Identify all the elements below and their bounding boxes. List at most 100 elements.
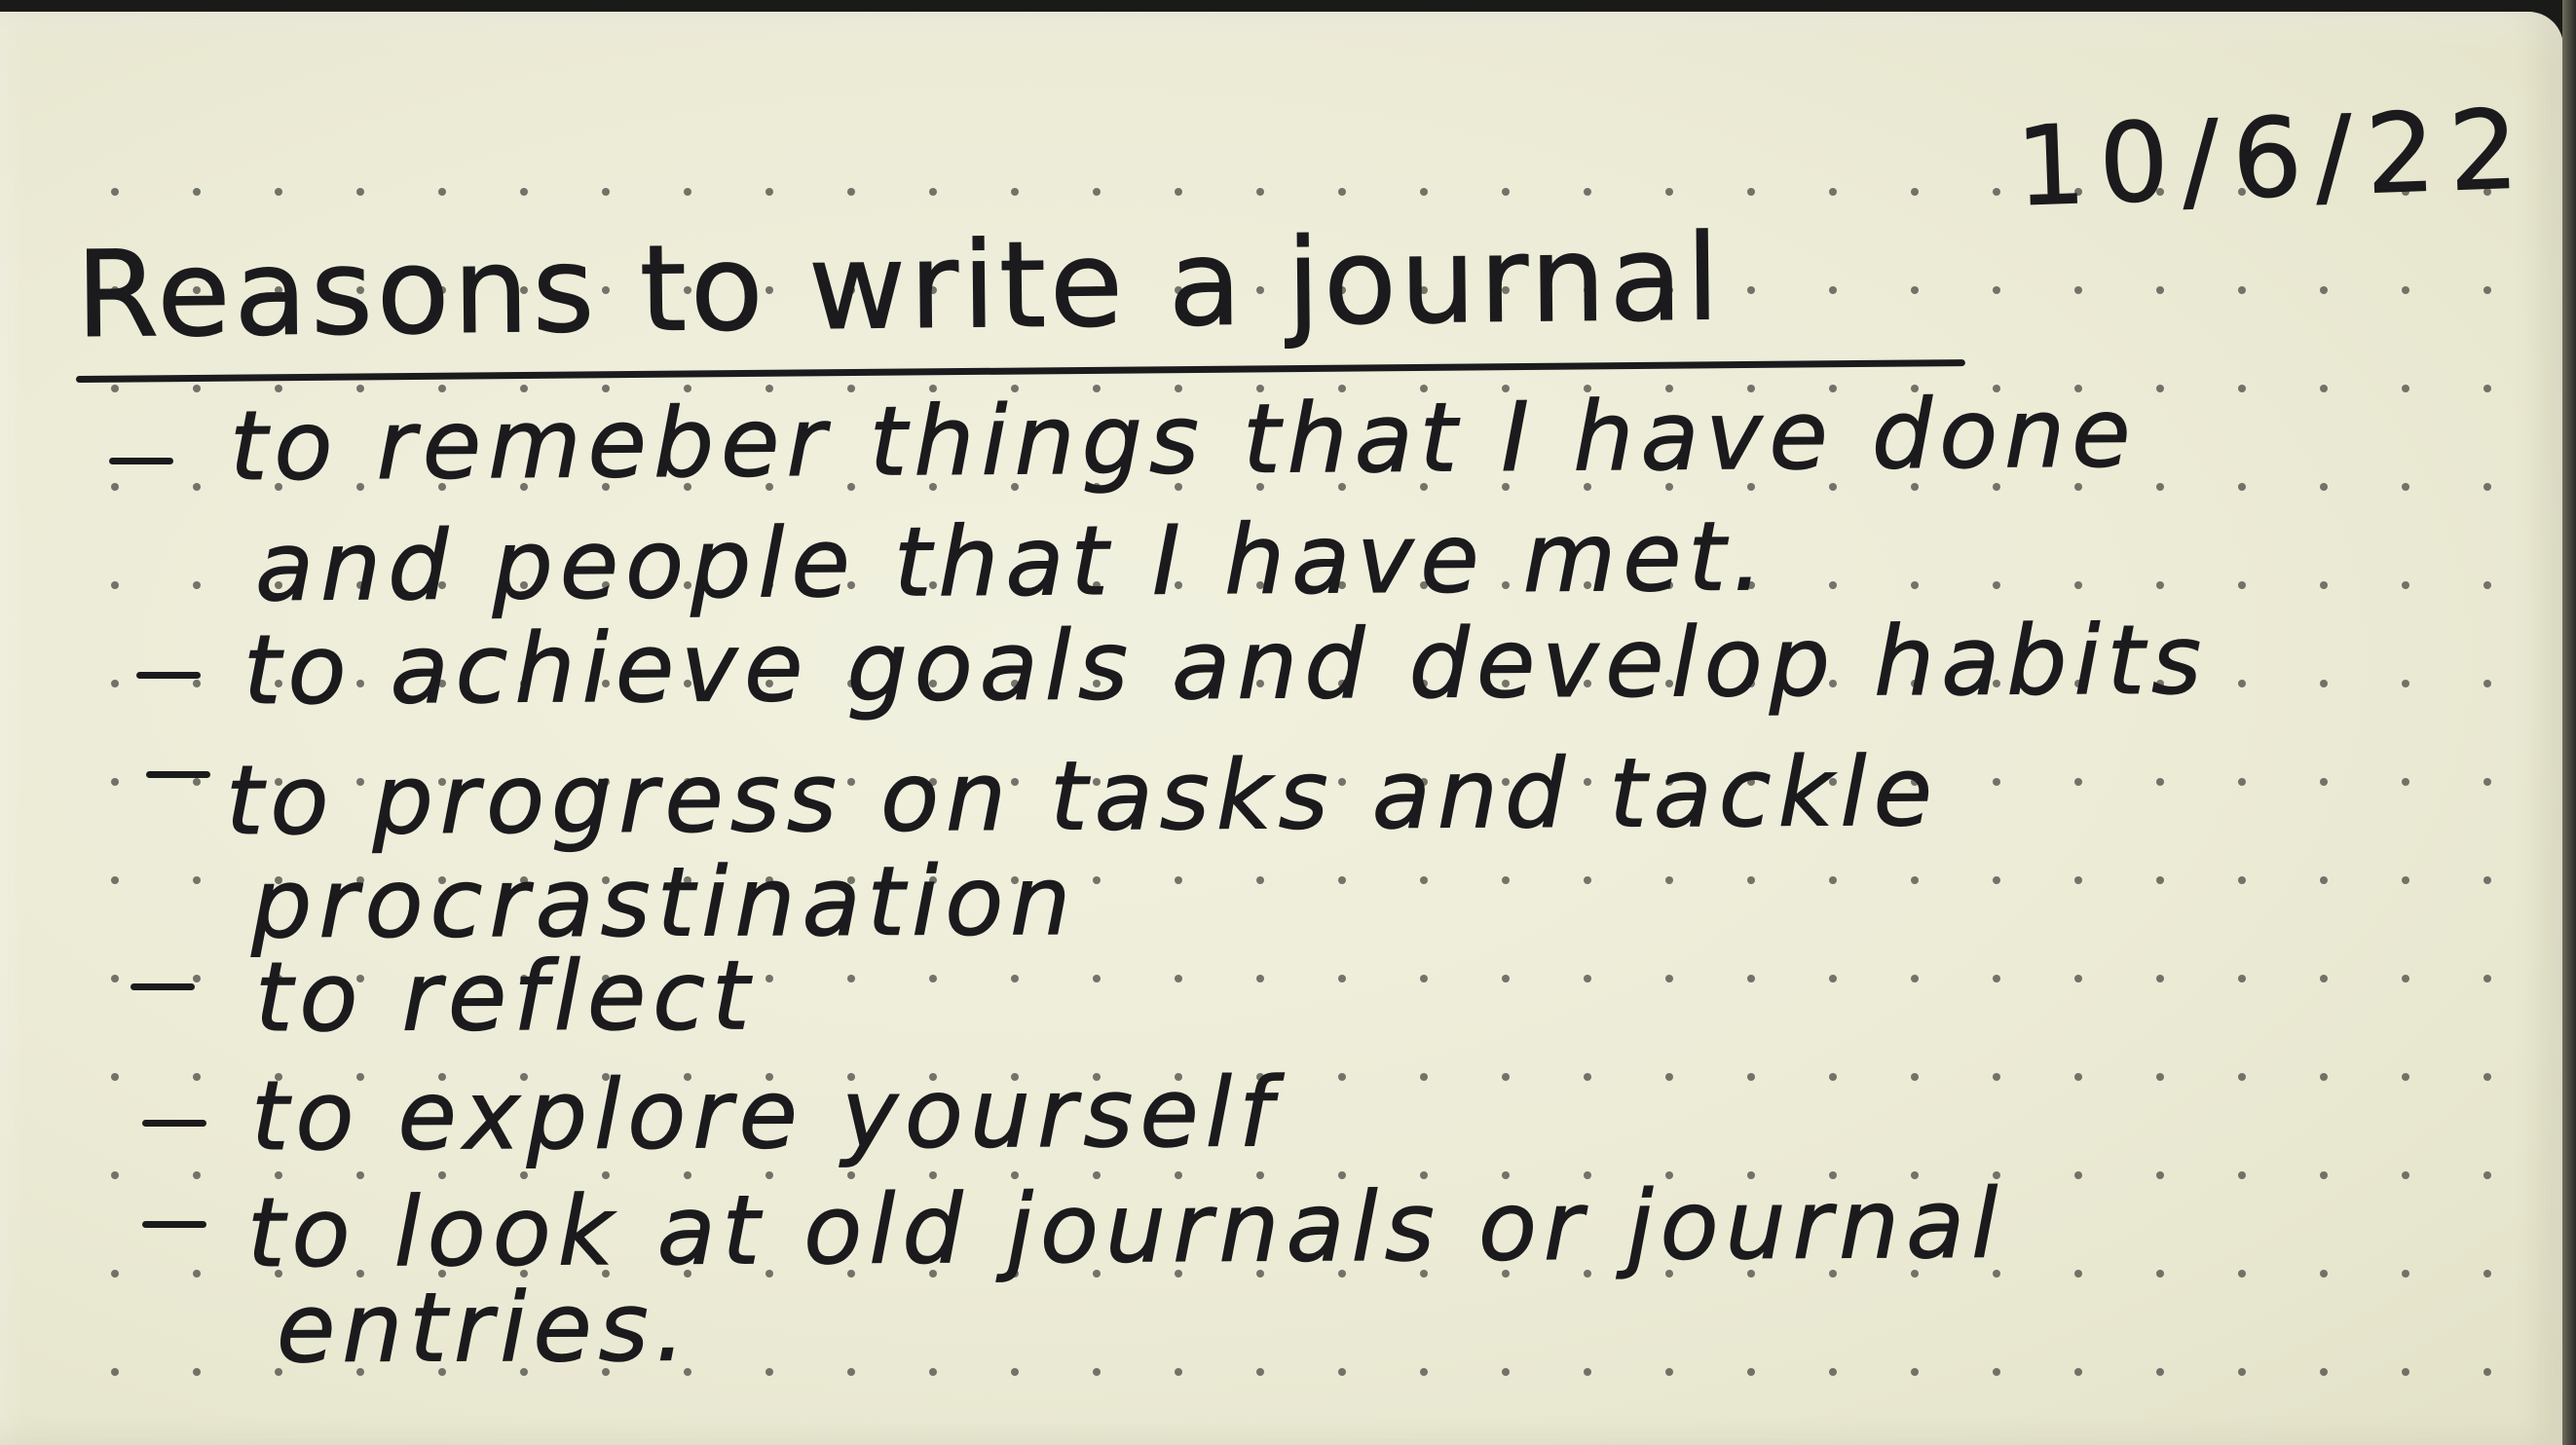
grid-dot: [1747, 188, 1755, 196]
grid-dot: [2320, 1073, 2328, 1081]
grid-dot: [1093, 975, 1101, 982]
bullet-dash: [109, 458, 173, 464]
grid-dot: [1502, 1368, 1510, 1376]
grid-dot: [2238, 778, 2246, 786]
grid-dot: [1747, 1073, 1755, 1081]
grid-dot: [2156, 975, 2164, 982]
grid-dot: [2074, 1368, 2082, 1376]
grid-dot: [193, 581, 201, 589]
grid-dot: [1911, 975, 1919, 982]
grid-dot: [1911, 286, 1919, 294]
grid-dot: [2074, 1073, 2082, 1081]
grid-dot: [2483, 581, 2491, 589]
grid-dot: [193, 1171, 201, 1179]
grid-dot: [765, 1368, 773, 1376]
grid-dot: [2483, 286, 2491, 294]
grid-dot: [111, 975, 119, 982]
grid-dot: [2074, 1270, 2082, 1278]
grid-dot: [929, 975, 937, 982]
bullet-dash: [136, 672, 201, 679]
grid-dot: [2483, 1368, 2491, 1376]
grid-dot: [2320, 286, 2328, 294]
grid-dot: [1256, 1368, 1264, 1376]
grid-dot: [2156, 581, 2164, 589]
grid-dot: [1747, 876, 1755, 884]
list-item-line: to look at old journals or journal: [246, 1168, 2005, 1290]
grid-dot: [929, 188, 937, 196]
grid-dot: [1993, 581, 2000, 589]
list-item-line: to progress on tasks and tackle: [225, 736, 1940, 857]
grid-dot: [1829, 188, 1837, 196]
grid-dot: [1665, 876, 1673, 884]
grid-dot: [2156, 1270, 2164, 1278]
grid-dot: [1011, 1368, 1019, 1376]
grid-dot: [1911, 188, 1919, 196]
grid-dot: [929, 1368, 937, 1376]
grid-dot: [2402, 778, 2409, 786]
grid-dot: [111, 1171, 119, 1179]
grid-dot: [2156, 1073, 2164, 1081]
grid-dot: [2320, 975, 2328, 982]
grid-dot: [1584, 1368, 1591, 1376]
grid-dot: [1911, 1073, 1919, 1081]
grid-dot: [193, 680, 201, 687]
grid-dot: [2483, 975, 2491, 982]
grid-dot: [2238, 876, 2246, 884]
grid-dot: [111, 876, 119, 884]
photo: 10/6/22 Reasons to write a journal to re…: [0, 0, 2576, 1445]
grid-dot: [765, 975, 773, 982]
grid-dot: [1256, 876, 1264, 884]
grid-dot: [1829, 1368, 1837, 1376]
grid-dot: [1829, 581, 1837, 589]
grid-dot: [2238, 1171, 2246, 1179]
grid-dot: [111, 385, 119, 392]
grid-dot: [1502, 1073, 1510, 1081]
grid-dot: [193, 1270, 201, 1278]
grid-dot: [2402, 385, 2409, 392]
grid-dot: [2320, 483, 2328, 491]
grid-dot: [1175, 188, 1182, 196]
grid-dot: [1584, 188, 1591, 196]
grid-dot: [2483, 778, 2491, 786]
grid-dot: [1420, 1368, 1428, 1376]
grid-dot: [111, 680, 119, 687]
grid-dot: [193, 778, 201, 786]
grid-dot: [1829, 975, 1837, 982]
grid-dot: [2074, 581, 2082, 589]
grid-dot: [2320, 1270, 2328, 1278]
list-item-line: and people that I have met.: [254, 501, 1771, 624]
grid-dot: [2156, 1171, 2164, 1179]
grid-dot: [2483, 1270, 2491, 1278]
list-item-line: to reflect: [254, 941, 757, 1055]
grid-dot: [1993, 975, 2000, 982]
grid-dot: [2156, 286, 2164, 294]
grid-dot: [193, 1368, 201, 1376]
list-item-line: to explore yourself: [250, 1057, 1280, 1173]
grid-dot: [1993, 188, 2000, 196]
grid-dot: [847, 975, 855, 982]
grid-dot: [275, 188, 282, 196]
grid-dot: [111, 483, 119, 491]
grid-dot: [1911, 581, 1919, 589]
grid-dot: [2238, 1073, 2246, 1081]
grid-dot: [2156, 778, 2164, 786]
grid-dot: [2238, 1368, 2246, 1376]
page-title: Reasons to write a journal: [75, 208, 1725, 365]
grid-dot: [193, 1073, 201, 1081]
bullet-dash: [146, 771, 210, 778]
grid-dot: [1993, 1368, 2000, 1376]
grid-dot: [2238, 680, 2246, 687]
grid-dot: [1911, 1368, 1919, 1376]
grid-dot: [847, 1368, 855, 1376]
grid-dot: [1829, 1073, 1837, 1081]
grid-dot: [1747, 1368, 1755, 1376]
grid-dot: [1665, 1073, 1673, 1081]
grid-dot: [2402, 1073, 2409, 1081]
entry-date: 10/6/22: [2013, 86, 2534, 232]
grid-dot: [2483, 385, 2491, 392]
grid-dot: [1829, 876, 1837, 884]
grid-dot: [2483, 680, 2491, 687]
page-edge-shadow: [2562, 0, 2576, 1445]
grid-dot: [2402, 876, 2409, 884]
grid-dot: [2320, 385, 2328, 392]
